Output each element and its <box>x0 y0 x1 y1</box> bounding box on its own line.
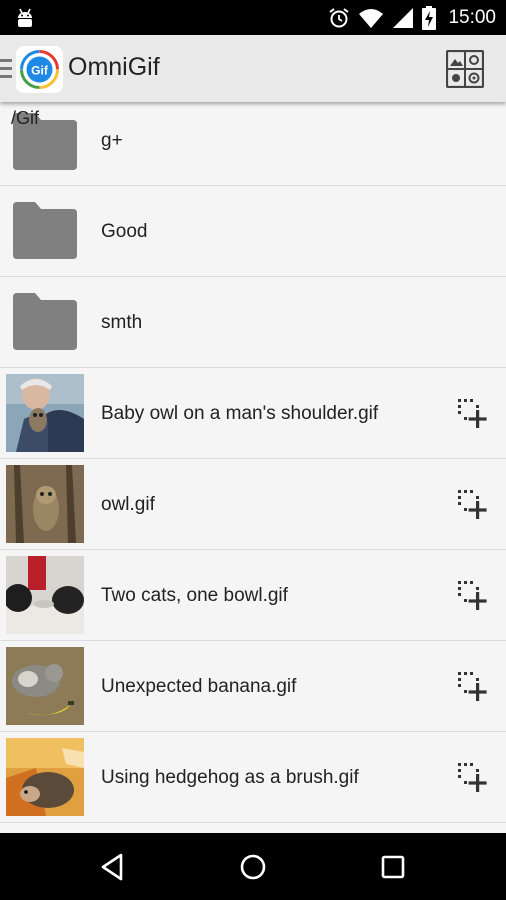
folder-icon <box>13 202 77 259</box>
gif-name: Baby owl on a man's shoulder.gif <box>101 402 379 424</box>
clock: 15:00 <box>448 6 496 28</box>
app-bar: Gif OmniGif <box>0 35 506 102</box>
gif-row[interactable]: Unexpected banana.gif <box>0 641 506 732</box>
gif-row[interactable]: owl.gif <box>0 459 506 550</box>
add-to-collection-icon[interactable] <box>456 761 490 795</box>
app-title: OmniGif <box>68 53 160 81</box>
android-icon <box>18 8 32 27</box>
signal-icon <box>393 7 414 28</box>
wifi-icon <box>359 8 384 28</box>
folder-icon <box>13 293 77 350</box>
recents-square-icon[interactable] <box>377 851 409 883</box>
alarm-icon <box>329 7 350 27</box>
banana-cat-thumbnail <box>6 647 84 725</box>
battery-charging-icon <box>422 5 437 30</box>
add-to-collection-icon[interactable] <box>456 488 490 522</box>
hamburger-icon[interactable] <box>0 59 12 79</box>
current-path: /Gif <box>11 108 40 128</box>
gif-row[interactable]: Baby owl on a man's shoulder.gif <box>0 368 506 459</box>
gif-row[interactable]: Using hedgehog as a brush.gif <box>0 732 506 823</box>
add-to-collection-icon[interactable] <box>456 397 490 431</box>
navigation-bar <box>0 833 506 900</box>
folder-name: Good <box>101 220 148 242</box>
folder-name: smth <box>101 311 143 333</box>
owl-man-thumbnail <box>6 374 84 452</box>
add-to-collection-icon[interactable] <box>456 670 490 704</box>
hedgehog-thumbnail <box>6 738 84 816</box>
gif-name: Two cats, one bowl.gif <box>101 584 288 606</box>
folder-row[interactable]: smth <box>0 277 506 368</box>
gif-name: Using hedgehog as a brush.gif <box>101 766 359 788</box>
folder-name: g+ <box>101 129 123 151</box>
owl-thumbnail <box>6 465 84 543</box>
app-logo[interactable]: Gif <box>16 46 63 93</box>
gif-name: owl.gif <box>101 493 155 515</box>
folder-row[interactable]: Good <box>0 186 506 277</box>
gallery-settings-icon[interactable] <box>446 50 484 88</box>
gif-row[interactable]: Two cats, one bowl.gif <box>0 550 506 641</box>
home-circle-icon[interactable] <box>237 851 269 883</box>
omnigif-logo-icon: Gif <box>20 50 59 89</box>
status-bar: 15:00 <box>0 0 506 35</box>
file-list[interactable]: /Gif g+ Good smth Baby owl on a man's sh… <box>0 102 506 833</box>
gif-name: Unexpected banana.gif <box>101 675 297 697</box>
folder-row[interactable]: g+ <box>0 102 506 186</box>
back-triangle-icon[interactable] <box>97 851 129 883</box>
cats-thumbnail <box>6 556 84 634</box>
logo-text: Gif <box>31 64 49 78</box>
add-to-collection-icon[interactable] <box>456 579 490 613</box>
